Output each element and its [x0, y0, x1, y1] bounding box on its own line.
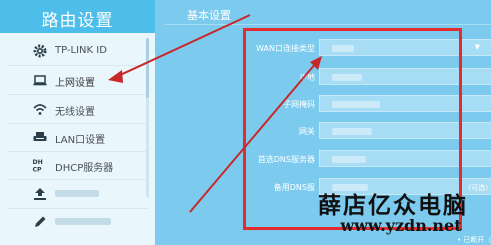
annotation-arrow-head [108, 70, 123, 83]
watermark-title: 薛店亿众电脑 [318, 192, 468, 219]
watermark-url: www.yzdn.net [340, 216, 462, 235]
annotation-arrow-line [117, 14, 251, 77]
router-settings-screen: 路由设置 TP-LINK ID 上网设置 无线设置 LAN口设置 DH CP D… [0, 0, 491, 245]
